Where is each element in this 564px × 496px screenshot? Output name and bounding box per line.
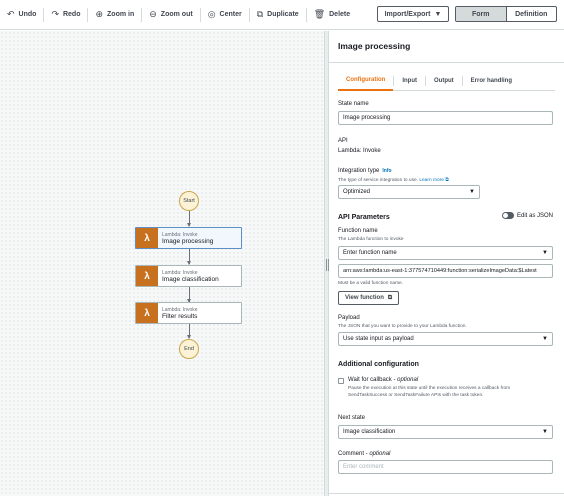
info-link[interactable]: Info (382, 168, 391, 174)
integration-type-select[interactable]: Optimized ▼ (338, 185, 480, 199)
zoom-in-button[interactable]: ⊕ Zoom in (88, 0, 141, 30)
tab-input[interactable]: Input (394, 71, 425, 91)
end-node: End (179, 339, 199, 359)
integration-type-label: Integration type Info (338, 168, 392, 174)
undo-button[interactable]: ↶ Undo (0, 0, 43, 30)
import-export-dropdown[interactable]: Import/Export ▼ (377, 6, 449, 22)
delete-button[interactable]: 🗑 Delete (307, 0, 357, 30)
divider (329, 62, 564, 63)
form-view-button[interactable]: Form (456, 7, 507, 21)
zoom-out-button[interactable]: ⊖ Zoom out (142, 0, 199, 30)
api-label: API (338, 138, 348, 144)
function-name-hint: Must be a valid function name. (338, 281, 404, 286)
view-mode-toggle: Form Definition (455, 6, 557, 22)
caret-down-icon: ▼ (542, 336, 548, 342)
state-image-processing[interactable]: λ Lambda: Invoke Image processing (135, 227, 242, 249)
caret-down-icon: ▼ (434, 10, 442, 18)
wait-for-callback-description-2: SendTaskSuccess or SendTaskFailure APIs … (348, 393, 484, 398)
trash-icon: 🗑 (313, 9, 326, 19)
center-button[interactable]: ◎ Center (201, 0, 249, 30)
tab-configuration[interactable]: Configuration (338, 71, 394, 91)
state-image-classification[interactable]: λ Lambda: Invoke Image classification (135, 265, 242, 287)
external-link-icon: ⧉ (445, 178, 449, 183)
state-name-label: State name (338, 101, 369, 107)
undo-icon: ↶ (7, 9, 15, 19)
integration-type-description: The type of service integration to use. … (338, 178, 449, 183)
caret-down-icon: ▼ (542, 429, 548, 435)
learn-more-link[interactable]: Learn more (419, 178, 444, 183)
next-state-label: Next state (338, 415, 366, 421)
zoom-out-icon: ⊖ (149, 9, 157, 19)
function-name-select[interactable]: Enter function name ▼ (338, 246, 553, 260)
tab-error-handling[interactable]: Error handling (463, 71, 520, 91)
wait-for-callback-description: Pause the execution at this state until … (348, 386, 511, 391)
duplicate-button[interactable]: ⧉ Duplicate (250, 0, 306, 30)
lambda-icon: λ (136, 228, 158, 248)
workflow-canvas[interactable]: Start λ Lambda: Invoke Image processing λ… (0, 31, 324, 496)
definition-view-button[interactable]: Definition (507, 7, 557, 21)
caret-down-icon: ▼ (469, 189, 475, 195)
panel-title: Image processing (338, 41, 411, 51)
additional-configuration-heading: Additional configuration (338, 361, 419, 368)
next-state-select[interactable]: Image classification ▼ (338, 425, 553, 439)
state-filter-results[interactable]: λ Lambda: Invoke Filter results (135, 302, 242, 324)
payload-label: Payload (338, 315, 360, 321)
payload-description: The JSON that you want to provide to you… (338, 324, 467, 329)
view-function-button[interactable]: View function ⧉ (338, 291, 400, 305)
center-icon: ◎ (207, 9, 216, 19)
api-value: Lambda: Invoke (338, 148, 381, 154)
inspector-panel: Image processing Configuration Input Out… (329, 31, 564, 496)
comment-input[interactable]: Enter comment (338, 460, 553, 474)
tab-output[interactable]: Output (426, 71, 462, 91)
wait-for-callback-label: Wait for callback - optional (348, 377, 419, 383)
edit-as-json-label: Edit as JSON (517, 213, 554, 219)
state-name-input[interactable]: Image processing (338, 111, 553, 125)
lambda-icon: λ (136, 303, 158, 323)
start-node: Start (179, 191, 199, 211)
duplicate-icon: ⧉ (256, 9, 264, 19)
comment-label: Comment - optional (338, 451, 391, 457)
wait-for-callback-checkbox[interactable] (338, 378, 344, 384)
function-arn-input[interactable]: arn:aws:lambda:us-east-1:377574710449:fu… (338, 264, 553, 278)
payload-select[interactable]: Use state input as payload ▼ (338, 332, 553, 346)
zoom-in-icon: ⊕ (95, 9, 104, 19)
redo-button[interactable]: ↷ Redo (44, 0, 87, 30)
edit-as-json-toggle[interactable] (502, 212, 514, 219)
caret-down-icon: ▼ (542, 250, 548, 256)
external-link-icon: ⧉ (387, 294, 393, 301)
panel-tabs: Configuration Input Output Error handlin… (338, 71, 555, 91)
panel-bottom-border (329, 493, 564, 494)
function-name-label: Function name (338, 228, 378, 234)
function-name-description: The Lambda function to invoke (338, 237, 404, 242)
api-parameters-heading: API Parameters (338, 214, 390, 221)
lambda-icon: λ (136, 266, 158, 286)
redo-icon: ↷ (51, 9, 59, 19)
